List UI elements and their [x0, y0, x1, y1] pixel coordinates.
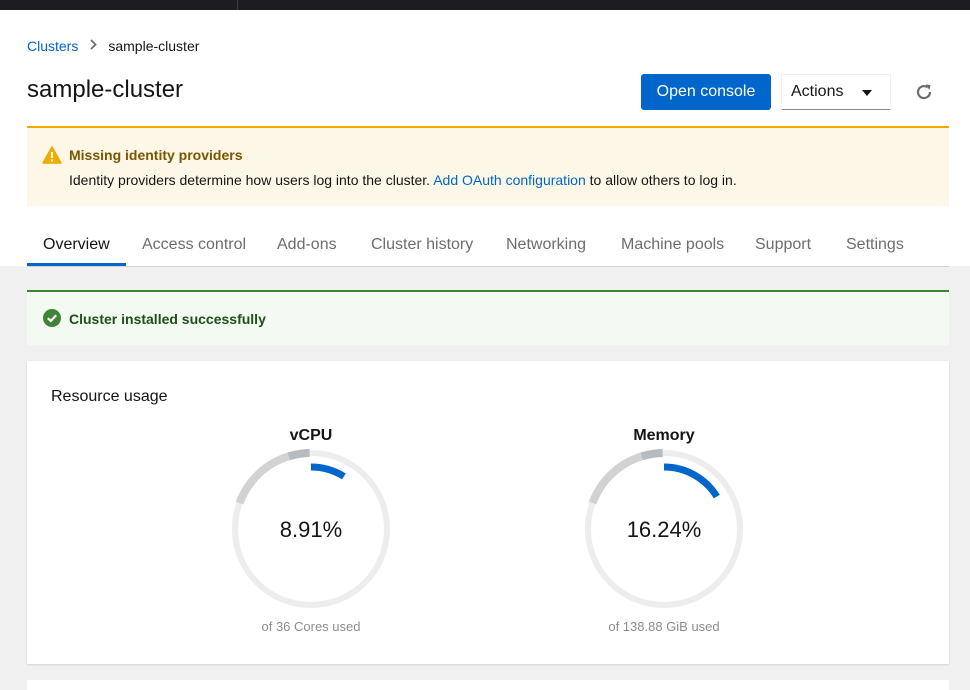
active-tab-indicator: [27, 263, 126, 266]
page-title: sample-cluster: [27, 76, 184, 103]
success-alert-title: Cluster installed successfully: [69, 311, 266, 327]
chevron-right-icon: [90, 39, 98, 53]
warning-alert-text-end: to allow others to log in.: [589, 172, 737, 188]
memory-gauge-title: Memory: [633, 427, 695, 444]
warning-alert-title: Missing identity providers: [69, 147, 243, 163]
vcpu-usage-arc: [310, 463, 346, 480]
tab-support[interactable]: Support: [755, 236, 811, 254]
warning-alert-body: Identity providers determine how users l…: [69, 172, 737, 188]
vcpu-gauge-title: vCPU: [289, 427, 333, 444]
add-oauth-configuration-link[interactable]: Add OAuth configuration: [433, 172, 586, 188]
page-header: Clusters sample-cluster sample-cluster O…: [0, 10, 970, 267]
vcpu-threshold-arc: [235, 452, 291, 505]
caret-down-icon: [862, 90, 872, 96]
exclamation-triangle-icon: [42, 146, 62, 164]
tab-settings[interactable]: Settings: [846, 236, 904, 254]
tab-overview[interactable]: Overview: [43, 236, 110, 254]
secondary-card: [27, 680, 949, 690]
cluster-tabs: Overview Access control Add-ons Cluster …: [27, 228, 949, 267]
masthead: [0, 0, 970, 10]
memory-threshold-arc: [588, 452, 644, 505]
resource-usage-card: Resource usage vCPU 8.91% of 36 Cores us…: [27, 361, 949, 664]
memory-gauge-subtitle: of 138.88 GiB used: [608, 619, 720, 634]
redo-icon: [916, 84, 932, 100]
open-console-button[interactable]: Open console: [641, 74, 771, 110]
tab-add-ons[interactable]: Add-ons: [277, 236, 337, 254]
resource-usage-title: Resource usage: [51, 388, 168, 405]
masthead-divider: [237, 0, 238, 10]
tab-machine-pools[interactable]: Machine pools: [621, 236, 724, 254]
vcpu-gauge-value: 8.91%: [279, 517, 343, 542]
warning-alert-text: Identity providers determine how users l…: [69, 172, 431, 188]
tab-networking[interactable]: Networking: [506, 236, 586, 254]
breadcrumb: Clusters sample-cluster: [27, 38, 199, 54]
check-circle-icon: [43, 309, 61, 327]
warning-alert: Missing identity providers Identity prov…: [27, 126, 949, 206]
breadcrumb-clusters-link[interactable]: Clusters: [27, 38, 78, 54]
tab-cluster-history[interactable]: Cluster history: [371, 236, 473, 254]
vcpu-gauge-subtitle: of 36 Cores used: [261, 619, 361, 634]
actions-dropdown[interactable]: Actions: [781, 74, 891, 110]
memory-gauge-value: 16.24%: [626, 517, 702, 542]
success-alert: Cluster installed successfully: [27, 290, 949, 345]
vcpu-threshold-arc-dark: [287, 449, 310, 461]
refresh-button[interactable]: [912, 80, 936, 104]
memory-threshold-arc-dark: [640, 449, 663, 461]
actions-dropdown-label: Actions: [791, 83, 844, 100]
tab-access-control[interactable]: Access control: [142, 236, 246, 254]
breadcrumb-current: sample-cluster: [108, 38, 200, 54]
